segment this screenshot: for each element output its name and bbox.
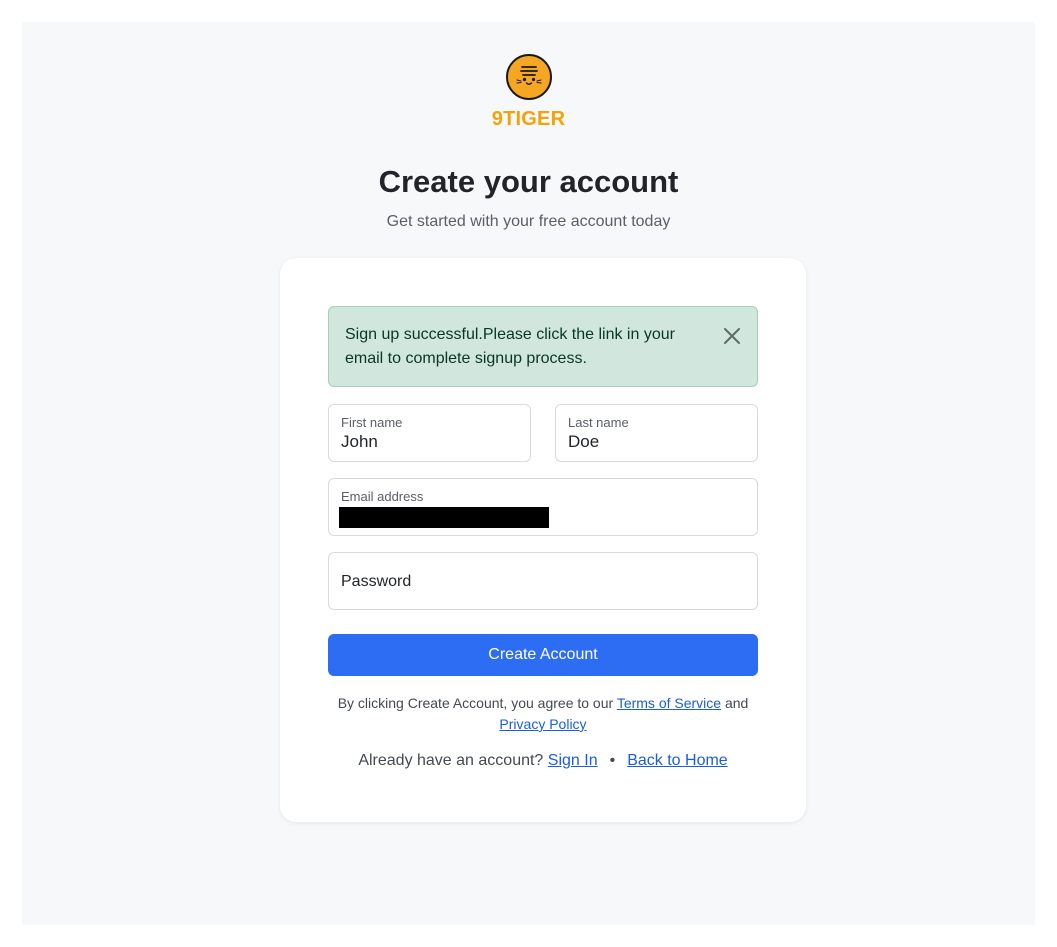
- first-name-value: John: [341, 432, 378, 451]
- close-icon[interactable]: [721, 325, 743, 347]
- last-name-field[interactable]: Last name Doe: [555, 404, 758, 462]
- email-label: Email address: [341, 489, 424, 504]
- footer-links: Already have an account? Sign In • Back to…: [280, 752, 806, 770]
- create-account-button[interactable]: Create Account: [328, 634, 758, 676]
- success-alert: Sign up successful.Please click the link…: [328, 306, 758, 387]
- brand-name: 9TIGER: [491, 108, 566, 130]
- brand-logo[interactable]: 9TIGER: [22, 54, 1035, 131]
- email-field[interactable]: Email address: [328, 478, 758, 536]
- terms-middle: and: [721, 695, 749, 711]
- password-placeholder: Password: [341, 573, 412, 590]
- sign-in-prompt: Already have an account?: [358, 752, 548, 769]
- terms-prefix: By clicking Create Account, you agree to…: [337, 695, 617, 711]
- tiger-face-icon: [505, 54, 552, 100]
- terms-of-service-link[interactable]: Terms of Service: [617, 695, 721, 711]
- privacy-policy-link[interactable]: Privacy Policy: [499, 716, 586, 732]
- redacted-email: [339, 507, 549, 528]
- signup-card: Sign up successful.Please click the link…: [280, 258, 806, 822]
- first-name-label: First name: [341, 415, 403, 430]
- last-name-label: Last name: [568, 415, 629, 430]
- terms-text: By clicking Create Account, you agree to…: [320, 693, 766, 735]
- last-name-value: Doe: [568, 432, 600, 451]
- sign-in-link[interactable]: Sign In: [548, 752, 598, 769]
- password-field[interactable]: Password: [328, 552, 758, 610]
- first-name-field[interactable]: First name John: [328, 404, 531, 462]
- separator-dot: •: [609, 752, 616, 769]
- page-subtitle: Get started with your free account today: [386, 213, 671, 230]
- alert-message: Sign up successful.Please click the link…: [345, 326, 675, 367]
- signup-page: 9TIGER Create your account Get started w…: [22, 22, 1035, 925]
- page-title: Create your account: [378, 164, 679, 199]
- back-to-home-link[interactable]: Back to Home: [627, 752, 727, 769]
